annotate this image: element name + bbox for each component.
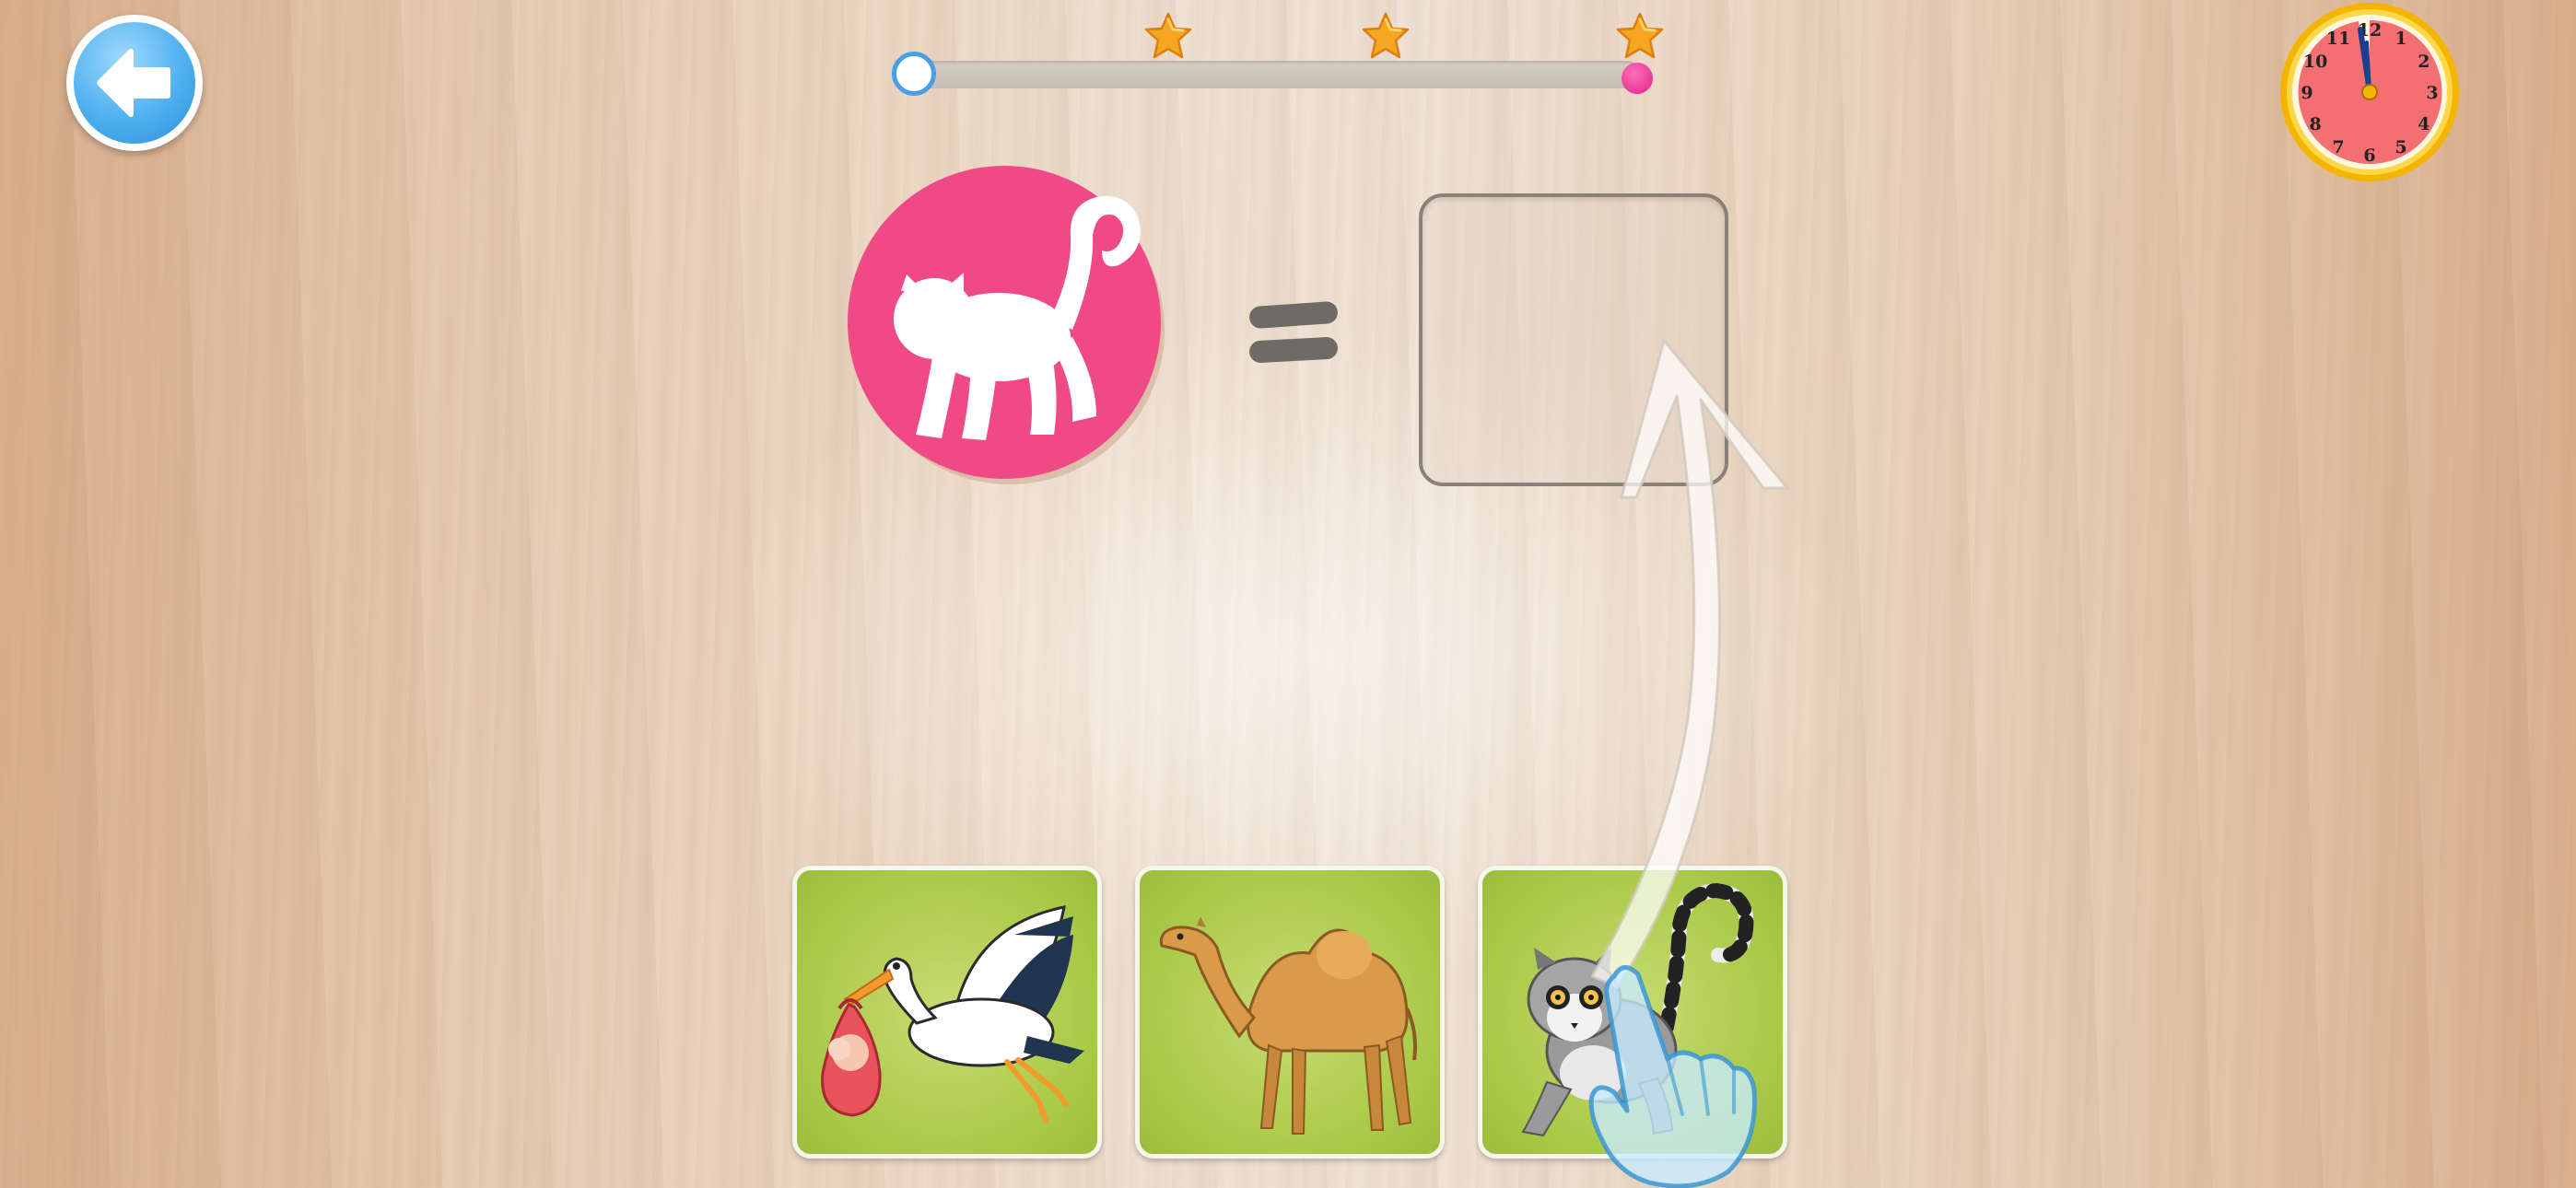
timer-clock-icon: 12 1234567891011 xyxy=(2280,3,2459,181)
camel-icon xyxy=(1159,916,1417,1135)
lemur-silhouette-target xyxy=(848,166,1165,484)
choice-card-camel[interactable] xyxy=(1135,866,1445,1159)
clock-number: 4 xyxy=(2418,114,2430,134)
clock-number: 6 xyxy=(2363,146,2375,166)
star-icon xyxy=(1144,12,1192,59)
clock-number: 5 xyxy=(2395,137,2406,157)
star-icon xyxy=(1616,12,1664,59)
stork-carrying-baby-icon xyxy=(821,905,1084,1124)
clock-number: 7 xyxy=(2332,137,2344,157)
progress-start-marker xyxy=(892,52,936,96)
arrow-left-icon xyxy=(97,49,170,117)
clock-number: 11 xyxy=(2326,29,2350,49)
clock-number: 1 xyxy=(2395,29,2406,49)
clock-number: 8 xyxy=(2309,114,2321,134)
star-icon xyxy=(1362,12,1410,59)
clock-number: 10 xyxy=(2303,52,2327,72)
curved-arrow-up-icon xyxy=(1590,339,1789,989)
equals-sign xyxy=(1248,300,1339,365)
pointing-hand-icon xyxy=(1588,965,1757,1188)
game-board: 12 1 2 3 4 5 6 7 8 9 10 11 xyxy=(0,0,2576,1188)
choice-card-stork[interactable] xyxy=(792,866,1102,1159)
clock-number: 3 xyxy=(2426,83,2438,103)
progress-end-marker xyxy=(1622,63,1653,94)
back-button[interactable] xyxy=(66,15,203,151)
clock-number: 2 xyxy=(2418,52,2430,72)
progress-track xyxy=(912,61,1640,88)
clock-number: 9 xyxy=(2301,83,2313,103)
